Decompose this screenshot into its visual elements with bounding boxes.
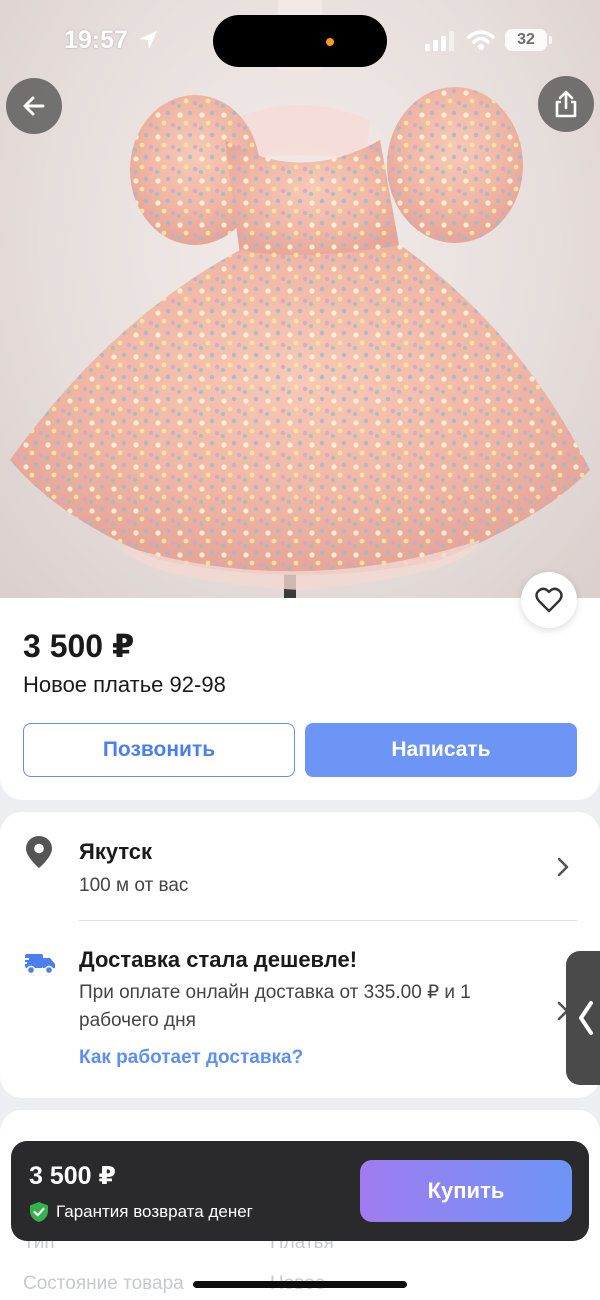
shield-check-icon <box>29 1201 49 1228</box>
heart-icon <box>535 587 563 613</box>
money-back-guarantee[interactable]: Гарантия возврата денег <box>56 1202 253 1222</box>
cellular-signal-icon <box>425 31 455 56</box>
delivery-title: Доставка стала дешевле! <box>79 947 358 972</box>
buy-bar: 3 500 ₽ Гарантия возврата денег Купить <box>11 1141 589 1241</box>
battery-level: 32 <box>505 29 547 51</box>
delivery-info-link[interactable]: Как работает доставка? <box>79 1047 303 1069</box>
privacy-indicator-dot <box>326 38 334 46</box>
call-button[interactable]: Позвонить <box>23 723 295 777</box>
wifi-icon <box>467 29 495 56</box>
share-icon <box>555 90 577 118</box>
battery-tip <box>549 36 552 44</box>
arrow-left-icon <box>23 96 45 116</box>
divider <box>79 920 577 921</box>
dress-image <box>10 0 590 600</box>
buy-bar-price: 3 500 ₽ <box>29 1162 116 1190</box>
location-city[interactable]: Якутск <box>79 839 152 865</box>
dynamic-island <box>213 15 387 67</box>
property-label: Состояние товара <box>23 1273 184 1294</box>
status-bar: 19:57 32 <box>0 0 600 80</box>
listing-title: Новое платье 92-98 <box>23 672 226 697</box>
map-pin-icon <box>26 836 52 873</box>
truck-icon <box>23 950 57 981</box>
product-photo[interactable]: 19:57 32 <box>0 0 600 600</box>
message-button[interactable]: Написать <box>305 723 577 777</box>
back-button[interactable] <box>6 78 62 134</box>
buy-button[interactable]: Купить <box>360 1160 572 1222</box>
location-distance: 100 м от вас <box>79 875 189 896</box>
delivery-description: При оплате онлайн доставка от 335.00 ₽ и… <box>79 982 471 1031</box>
chevron-left-icon <box>579 1001 593 1035</box>
share-button[interactable] <box>538 76 594 132</box>
side-panel-handle[interactable] <box>566 951 600 1085</box>
status-time: 19:57 <box>64 26 128 54</box>
favorite-button[interactable] <box>521 572 577 628</box>
location-arrow-icon <box>136 28 160 57</box>
chevron-right-icon[interactable] <box>555 856 571 883</box>
home-indicator[interactable] <box>193 1281 407 1288</box>
listing-price: 3 500 ₽ <box>23 628 135 664</box>
